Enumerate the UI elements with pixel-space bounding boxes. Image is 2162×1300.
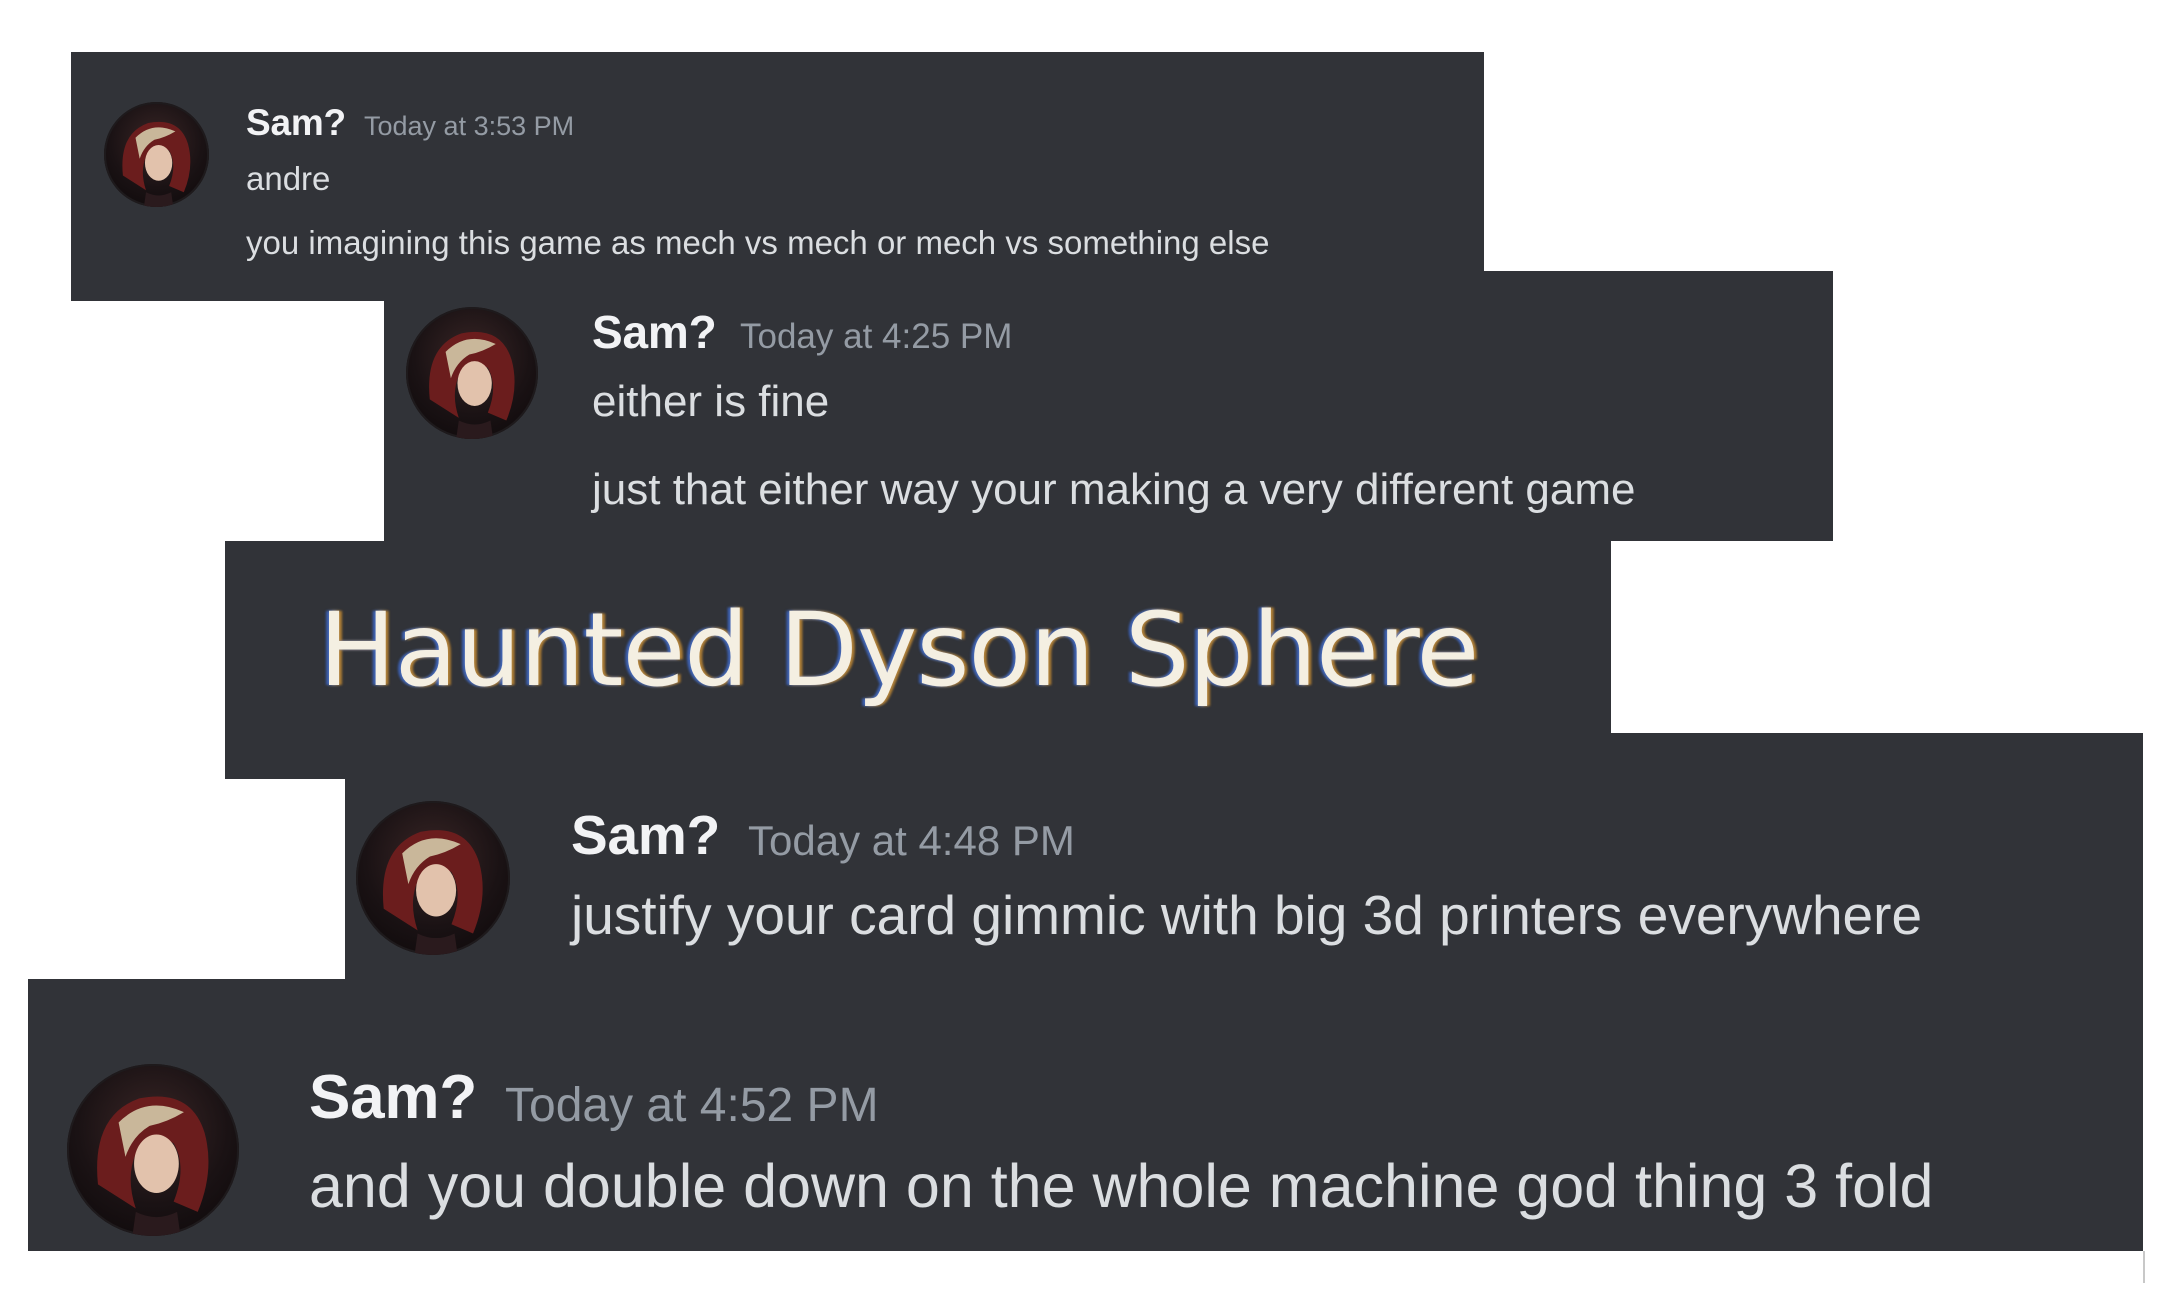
avatar-portrait-icon bbox=[122, 121, 191, 207]
avatar-portrait-icon bbox=[97, 1096, 209, 1236]
message-timestamp: Today at 3:53 PM bbox=[364, 111, 575, 141]
message-timestamp: Today at 4:25 PM bbox=[740, 317, 1013, 356]
message-text: andre bbox=[246, 160, 331, 197]
message-group-4: Sam? Today at 4:52 PM and you double dow… bbox=[28, 979, 2143, 1251]
user-avatar-icon[interactable] bbox=[104, 102, 209, 207]
message-group-2: Sam? Today at 4:25 PM either is fine jus… bbox=[384, 271, 1833, 541]
user-avatar-icon[interactable] bbox=[356, 801, 510, 955]
message-group-1: Sam? Today at 3:53 PM andre you imaginin… bbox=[71, 52, 1484, 301]
user-avatar-icon[interactable] bbox=[406, 307, 538, 439]
banner-title: Haunted Dyson Sphere bbox=[319, 591, 1479, 710]
message-text: justify your card gimmic with big 3d pri… bbox=[571, 884, 1923, 946]
message-timestamp: Today at 4:52 PM bbox=[505, 1079, 879, 1132]
message-text: just that either way your making a very … bbox=[592, 465, 1636, 514]
message-text: you imagining this game as mech vs mech … bbox=[246, 224, 1270, 261]
username[interactable]: Sam? bbox=[309, 1062, 477, 1133]
avatar-portrait-icon bbox=[429, 331, 515, 439]
username[interactable]: Sam? bbox=[246, 102, 346, 144]
username[interactable]: Sam? bbox=[571, 803, 720, 867]
avatar-portrait-icon bbox=[382, 830, 483, 955]
message-text: and you double down on the whole machine… bbox=[309, 1152, 1934, 1220]
divider bbox=[2143, 1251, 2145, 1283]
message-group-3: Sam? Today at 4:48 PM justify your card … bbox=[345, 733, 2143, 979]
message-text: either is fine bbox=[592, 377, 830, 426]
username[interactable]: Sam? bbox=[592, 305, 717, 359]
message-timestamp: Today at 4:48 PM bbox=[748, 817, 1075, 864]
user-avatar-icon[interactable] bbox=[67, 1064, 239, 1236]
